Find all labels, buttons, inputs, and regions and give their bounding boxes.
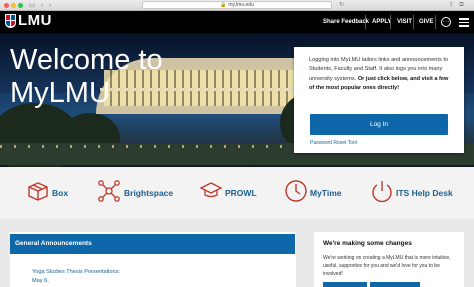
clock-icon[interactable] — [284, 179, 308, 203]
share-icon[interactable]: ⇪ — [448, 2, 455, 9]
login-button[interactable]: Log In — [310, 114, 448, 135]
power-icon[interactable] — [370, 179, 394, 203]
share-feedback-link[interactable]: Share Feedback — [323, 11, 369, 33]
nav-divider — [365, 15, 366, 29]
address-bar[interactable]: 🔒 my.lmu.edu — [142, 1, 332, 9]
visit-link[interactable]: VISIT — [397, 11, 412, 33]
reload-icon[interactable]: ↻ — [338, 2, 345, 9]
lock-icon: 🔒 — [220, 2, 227, 8]
announcements-title: General Announcements — [15, 240, 92, 247]
apply-link[interactable]: APPLY — [372, 11, 391, 33]
hero-title: Welcome to MyLMU — [10, 44, 163, 109]
nav-divider — [413, 15, 414, 29]
login-description: Logging into MyLMU tailors links and ann… — [309, 57, 449, 92]
changes-title: We're making some changes — [323, 240, 412, 247]
address-text: my.lmu.edu — [228, 2, 254, 8]
forward-arrow-icon[interactable]: › — [46, 2, 54, 9]
quick-link-brightspace[interactable]: Brightspace — [124, 187, 173, 199]
hamburger-menu-icon[interactable] — [459, 18, 469, 27]
changes-action-button[interactable] — [370, 282, 420, 287]
tabs-icon[interactable]: ⧉ — [458, 2, 465, 9]
zoom-window-button[interactable] — [18, 3, 23, 8]
close-window-button[interactable] — [4, 3, 9, 8]
changes-action-button[interactable] — [323, 282, 367, 287]
graduation-cap-icon[interactable] — [199, 179, 223, 203]
back-arrow-icon[interactable]: ‹ — [38, 2, 46, 9]
minimize-window-button[interactable] — [11, 3, 16, 8]
box-icon[interactable] — [26, 179, 50, 203]
network-icon[interactable] — [97, 179, 121, 203]
password-reset-link[interactable]: Password Reset Tool — [310, 140, 357, 146]
quick-link-its-help-desk[interactable]: ITS Help Desk — [396, 187, 453, 199]
sidebar-toggle-icon[interactable]: ▭ — [28, 2, 36, 9]
browser-toolbar: ▭ ‹ › 🔒 my.lmu.edu ↻ ⇪ ⧉ — [0, 0, 474, 11]
quick-link-box[interactable]: Box — [52, 187, 68, 199]
site-logo-text[interactable]: LMU — [18, 12, 52, 30]
changes-text: We're working on creating a MyLMU that i… — [323, 255, 451, 277]
quick-link-prowl[interactable]: PROWL — [225, 187, 257, 199]
login-card: Logging into MyLMU tailors links and ann… — [294, 47, 464, 153]
more-options-icon[interactable]: ··· — [441, 17, 451, 27]
nav-divider — [390, 15, 391, 29]
quick-links-bar: Box Brightspace PROWL MyTime ITS Help De… — [0, 167, 474, 219]
lmu-shield-logo-icon[interactable] — [5, 14, 16, 28]
nav-divider — [435, 15, 436, 29]
announcement-item-link[interactable]: Yoga Studies Thesis Presentations: May 6… — [32, 268, 132, 286]
give-link[interactable]: GIVE — [419, 11, 433, 33]
quick-link-mytime[interactable]: MyTime — [310, 187, 342, 199]
